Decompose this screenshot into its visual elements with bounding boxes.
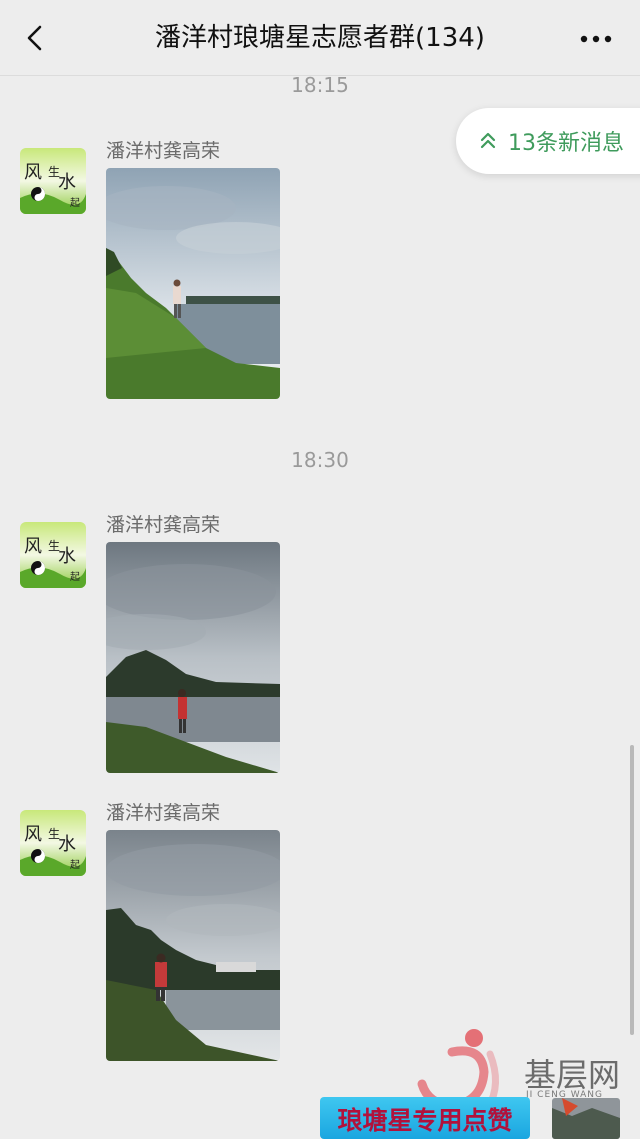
sticker-text: 琅塘星专用点赞 [337,1106,513,1135]
avatar[interactable]: 风 生 水 起 [20,148,86,214]
photo-message[interactable] [106,830,280,1061]
new-messages-button[interactable]: 13条新消息 [456,108,640,174]
svg-text:风: 风 [24,824,42,845]
sender-name: 潘洋村龚高荣 [106,514,221,536]
svg-text:风: 风 [24,162,42,183]
new-messages-label: 13条新消息 [508,131,624,156]
photo-message[interactable] [106,542,280,773]
more-dots-icon[interactable] [576,26,616,52]
chevron-left-icon[interactable] [18,20,54,56]
sender-name: 潘洋村龚高荣 [106,802,221,824]
scrollbar[interactable] [630,745,634,1035]
svg-text:起: 起 [70,197,80,209]
sender-name: 潘洋村龚高荣 [106,140,221,162]
top-bar: 潘洋村琅塘星志愿者群(134) [0,0,640,76]
avatar[interactable]: 风 生 水 起 [20,810,86,876]
svg-text:风: 风 [24,536,42,557]
chat-title: 潘洋村琅塘星志愿者群(134) [155,23,485,53]
svg-text:水: 水 [58,172,76,193]
photo-thumbnail[interactable] [552,1098,620,1139]
svg-text:起: 起 [70,571,80,583]
timestamp: 18:15 [291,73,349,97]
svg-text:水: 水 [58,546,76,567]
sticker-message[interactable]: 琅塘星专用点赞 [320,1097,530,1139]
photo-message[interactable] [106,168,280,399]
avatar[interactable]: 风 生 水 起 [20,522,86,588]
double-chevron-up-icon [480,132,496,149]
timestamp: 18:30 [291,448,349,472]
svg-text:起: 起 [70,859,80,871]
svg-text:水: 水 [58,834,76,855]
